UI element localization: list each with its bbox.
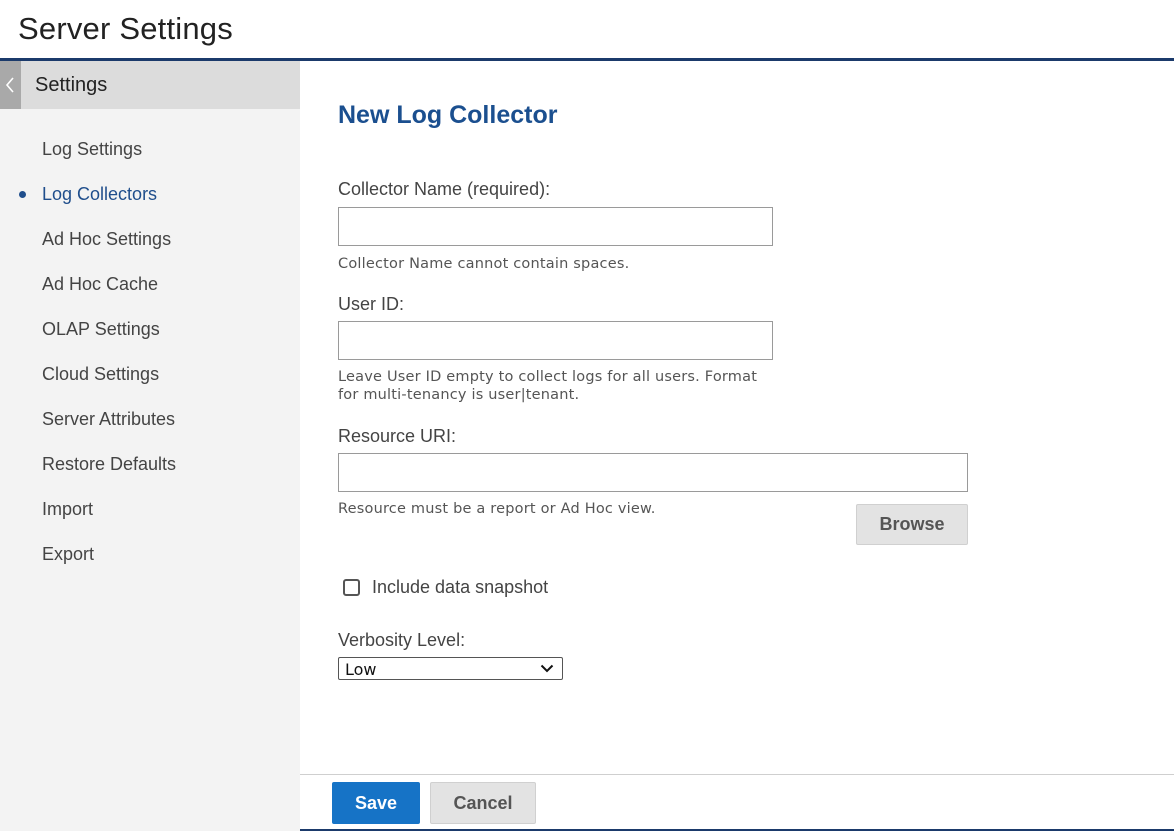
collector-name-label: Collector Name (required):	[338, 179, 551, 199]
sidebar-item-label: Log Settings	[42, 139, 143, 159]
include-snapshot-checkbox[interactable]	[343, 579, 360, 596]
resource-uri-input[interactable]	[338, 453, 968, 492]
collector-name-hint: Collector Name cannot contain spaces.	[338, 256, 630, 272]
save-button[interactable]: Save	[332, 782, 420, 824]
page-title: Server Settings	[18, 11, 233, 46]
sidebar-item-olap-settings[interactable]: OLAP Settings	[0, 307, 300, 352]
sidebar-title: Settings	[35, 74, 108, 96]
include-snapshot-label[interactable]: Include data snapshot	[372, 577, 548, 598]
sidebar-item-label: Cloud Settings	[42, 364, 160, 384]
cancel-button[interactable]: Cancel	[430, 782, 536, 824]
user-id-input[interactable]	[338, 321, 773, 360]
page-header: Server Settings	[0, 0, 1174, 61]
sidebar-item-label: Export	[42, 544, 95, 564]
resource-uri-label: Resource URI:	[338, 426, 457, 446]
form-footer: Save Cancel	[300, 774, 1174, 831]
user-id-label: User ID:	[338, 294, 405, 314]
browse-button[interactable]: Browse	[856, 504, 968, 545]
collector-name-input[interactable]	[338, 207, 773, 246]
user-id-hint-line: for multi-tenancy is user|tenant.	[338, 387, 580, 403]
verbosity-select[interactable]: Low	[338, 657, 563, 680]
sidebar-item-label: Server Attributes	[42, 409, 176, 429]
form-title: New Log Collector	[338, 101, 558, 129]
sidebar-item-server-attributes[interactable]: Server Attributes	[0, 397, 300, 442]
sidebar-item-label: Ad Hoc Settings	[42, 229, 172, 249]
sidebar: Settings Log Settings Log Collectors Ad …	[0, 61, 300, 831]
sidebar-item-log-settings[interactable]: Log Settings	[0, 127, 300, 172]
active-bullet-icon	[19, 191, 26, 198]
sidebar-item-label: OLAP Settings	[42, 319, 160, 339]
sidebar-item-label: Restore Defaults	[42, 454, 177, 474]
sidebar-item-cloud-settings[interactable]: Cloud Settings	[0, 352, 300, 397]
sidebar-header: Settings	[0, 61, 300, 109]
sidebar-item-import[interactable]: Import	[0, 487, 300, 532]
verbosity-label: Verbosity Level:	[338, 630, 466, 650]
sidebar-item-restore-defaults[interactable]: Restore Defaults	[0, 442, 300, 487]
sidebar-collapse-button[interactable]	[0, 61, 21, 109]
sidebar-item-log-collectors[interactable]: Log Collectors	[0, 172, 300, 217]
sidebar-item-label: Import	[42, 499, 94, 519]
sidebar-item-label: Log Collectors	[42, 184, 158, 204]
user-id-hint-line: Leave User ID empty to collect logs for …	[338, 369, 758, 385]
sidebar-nav: Log Settings Log Collectors Ad Hoc Setti…	[0, 127, 300, 577]
sidebar-item-export[interactable]: Export	[0, 532, 300, 577]
sidebar-item-ad-hoc-settings[interactable]: Ad Hoc Settings	[0, 217, 300, 262]
user-id-hint: Leave User ID empty to collect logs for …	[338, 368, 757, 404]
app-window: Server Settings Settings Log Settings Lo…	[0, 0, 1174, 831]
chevron-left-icon	[5, 77, 14, 93]
sidebar-item-ad-hoc-cache[interactable]: Ad Hoc Cache	[0, 262, 300, 307]
log-collector-form: New Log Collector Collector Name (requir…	[300, 61, 1174, 774]
chevron-down-icon	[540, 664, 554, 673]
resource-uri-hint: Resource must be a report or Ad Hoc view…	[338, 501, 656, 517]
verbosity-selected-value: Low	[345, 660, 377, 679]
sidebar-item-label: Ad Hoc Cache	[42, 274, 159, 294]
